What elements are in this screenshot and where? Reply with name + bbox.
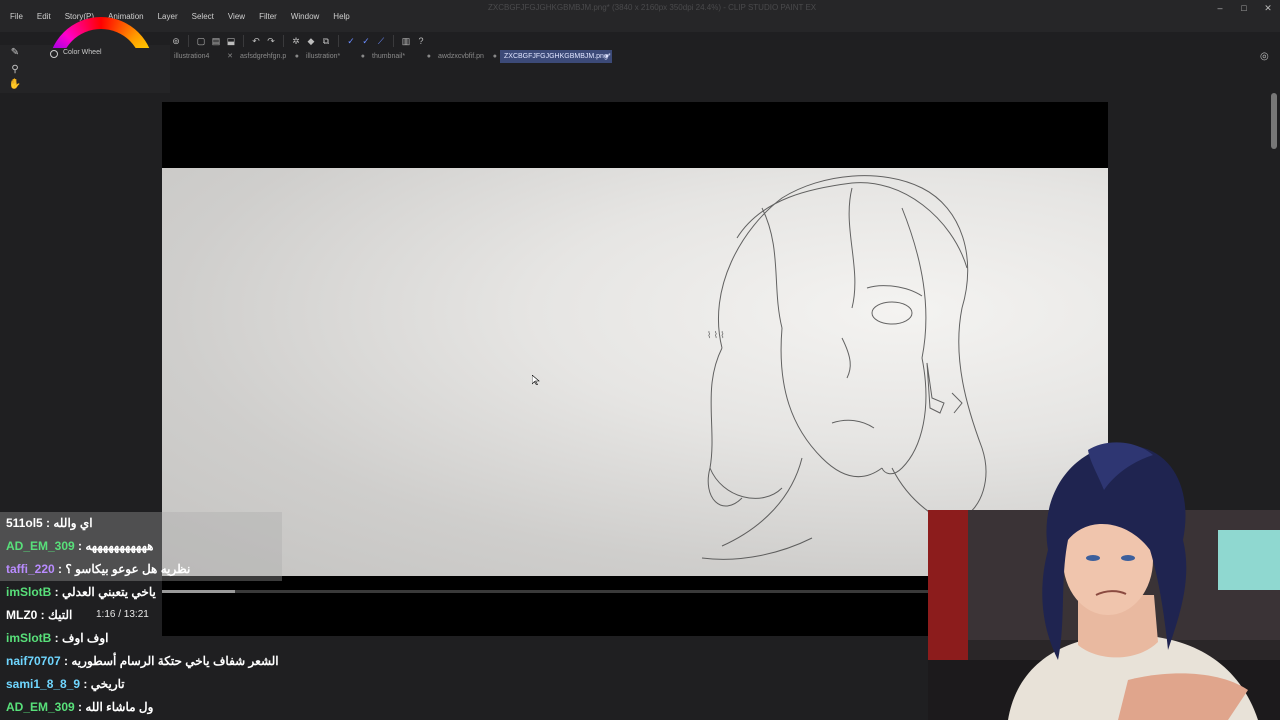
tool-panel: ✎ ⚲ ✋ Color Wheel: [0, 45, 170, 93]
help-icon[interactable]: ?: [415, 35, 427, 47]
video-time: 1:16 / 13:21: [96, 609, 149, 620]
chat-message: naif70707 : الشعر شفاف ياخي حتكة الرسام …: [6, 654, 279, 668]
chat-text: ول ماشاء الله: [85, 700, 154, 714]
toolbar-divider: [338, 35, 339, 47]
settings-icon[interactable]: ✲: [290, 35, 302, 47]
chat-text: التيك: [48, 608, 73, 622]
stroke-icon[interactable]: ✓: [360, 35, 372, 47]
search-icon[interactable]: ⚲: [8, 64, 22, 78]
navigator-icon[interactable]: ⊚: [170, 35, 182, 47]
menu-filter[interactable]: Filter: [252, 12, 284, 21]
chat-text: نظريه هل عوعو بيكاسو ؟: [65, 562, 191, 576]
window-controls: – □ ✕: [1208, 0, 1280, 16]
tab-label: asfsdgrehfgn.p: [240, 53, 287, 60]
chat-username: naif70707: [6, 654, 61, 668]
chat-text: تاريخي: [90, 677, 125, 691]
right-panel: ◎: [1250, 33, 1280, 93]
maximize-icon[interactable]: □: [1232, 0, 1256, 16]
brush-icon[interactable]: ✎: [8, 47, 22, 61]
chat-message: 511ol5 : اي والله: [0, 512, 282, 535]
tab-label: thumbnail*: [372, 53, 406, 60]
menu-view[interactable]: View: [221, 12, 252, 21]
chat-message: imSlotB : ياخي يتعبني العدلي: [6, 585, 156, 599]
chat-username: imSlotB: [6, 585, 52, 599]
modified-dot-icon[interactable]: ●: [605, 50, 609, 63]
chat-username: taffi_220: [6, 562, 55, 576]
chat-username: MLZ0: [6, 608, 38, 622]
fill-icon[interactable]: ◆: [305, 35, 317, 47]
toolbar-divider: [188, 35, 189, 47]
chat-username: sami1_8_8_9: [6, 677, 81, 691]
tab-label: awdzxcvbfif.pn: [438, 53, 484, 60]
tab-label: illustration*: [306, 53, 341, 60]
tab-awdzxcvbfif[interactable]: awdzxcvbfif.pn ●: [434, 50, 500, 63]
redo-icon[interactable]: ↷: [265, 35, 277, 47]
modified-dot-icon[interactable]: ●: [361, 50, 365, 63]
modified-dot-icon[interactable]: ●: [295, 50, 299, 63]
tab-illustration[interactable]: illustration* ●: [302, 50, 368, 63]
avatar: [928, 442, 1280, 720]
chat-text: اوف اوف: [62, 631, 109, 645]
menu-window[interactable]: Window: [284, 12, 326, 21]
menu-select[interactable]: Select: [185, 12, 221, 21]
chat-text: ياخي يتعبني العدلي: [62, 585, 156, 599]
menu-layer[interactable]: Layer: [151, 12, 185, 21]
chat-bubble-icon[interactable]: ◎: [1260, 51, 1269, 62]
command-bar: ⊚ ▢ ▤ ⬓ ↶ ↷ ✲ ◆ ⧉ ✓ ✓ ⟋ ▥ ?: [170, 33, 1280, 49]
tab-asfsdgrehfgn[interactable]: asfsdgrehfgn.p ●: [236, 50, 302, 63]
chat-text: هههههههههههه: [85, 539, 154, 553]
chat-username: AD_EM_309: [6, 539, 75, 553]
undo-icon[interactable]: ↶: [250, 35, 262, 47]
document-tabs: illustration4 ✕ asfsdgrehfgn.p ● illustrat…: [170, 50, 1250, 63]
line-icon[interactable]: ⟋: [375, 35, 387, 47]
tab-thumbnail[interactable]: thumbnail* ●: [368, 50, 434, 63]
pen-icon[interactable]: ✓: [345, 35, 357, 47]
chat-text: الشعر شفاف ياخي حتكة الرسام أسطوريه: [71, 654, 279, 668]
window-title: ZXCBGFJFGJGHKGBMBJM.png* (3840 x 2160px …: [488, 3, 817, 12]
chat-message: AD_EM_309 : هههههههههههه: [0, 535, 282, 558]
chat-message: AD_EM_309 : ول ماشاء الله: [6, 700, 154, 714]
svg-text:⌇ ⌇ ⌇: ⌇ ⌇ ⌇: [707, 330, 725, 340]
menu-bar: File Edit Story(P) Animation Layer Selec…: [0, 0, 1280, 32]
layer-icon[interactable]: ▥: [400, 35, 412, 47]
webcam-overlay: [928, 442, 1280, 720]
minimize-icon[interactable]: –: [1208, 0, 1232, 16]
menu-file[interactable]: File: [0, 12, 30, 21]
close-icon[interactable]: ✕: [1256, 0, 1280, 16]
new-icon[interactable]: ▢: [195, 35, 207, 47]
transform-icon[interactable]: ⧉: [320, 35, 332, 47]
menu-help[interactable]: Help: [326, 12, 356, 21]
chat-message: sami1_8_8_9 : تاريخي: [6, 677, 125, 691]
mouse-cursor-icon: [532, 375, 540, 385]
chat-text: اي والله: [53, 516, 93, 530]
toolbar-divider: [243, 35, 244, 47]
menu-edit[interactable]: Edit: [30, 12, 58, 21]
chat-username: 511ol5: [6, 516, 43, 530]
toolbar-divider: [283, 35, 284, 47]
chat-username: AD_EM_309: [6, 700, 75, 714]
radio-icon[interactable]: [50, 50, 58, 58]
chat-message: taffi_220 : نظريه هل عوعو بيكاسو ؟: [0, 558, 282, 581]
toolbar-divider: [393, 35, 394, 47]
chat-username: imSlotB: [6, 631, 52, 645]
color-wheel-label: Color Wheel: [63, 49, 102, 56]
save-icon[interactable]: ⬓: [225, 35, 237, 47]
hand-icon[interactable]: ✋: [8, 79, 22, 93]
tab-illustration4[interactable]: illustration4 ✕: [170, 50, 236, 63]
tab-active-document[interactable]: ZXCBGFJFGJGHKGBMBJM.png* ●: [500, 50, 612, 63]
chat-message: imSlotB : اوف اوف: [6, 631, 109, 645]
open-icon[interactable]: ▤: [210, 35, 222, 47]
tab-label: ZXCBGFJFGJGHKGBMBJM.png*: [504, 53, 611, 60]
close-icon[interactable]: ✕: [227, 50, 233, 63]
scrollbar[interactable]: [1271, 93, 1277, 149]
modified-dot-icon[interactable]: ●: [427, 50, 431, 63]
modified-dot-icon[interactable]: ●: [493, 50, 497, 63]
tab-label: illustration4: [174, 53, 210, 60]
